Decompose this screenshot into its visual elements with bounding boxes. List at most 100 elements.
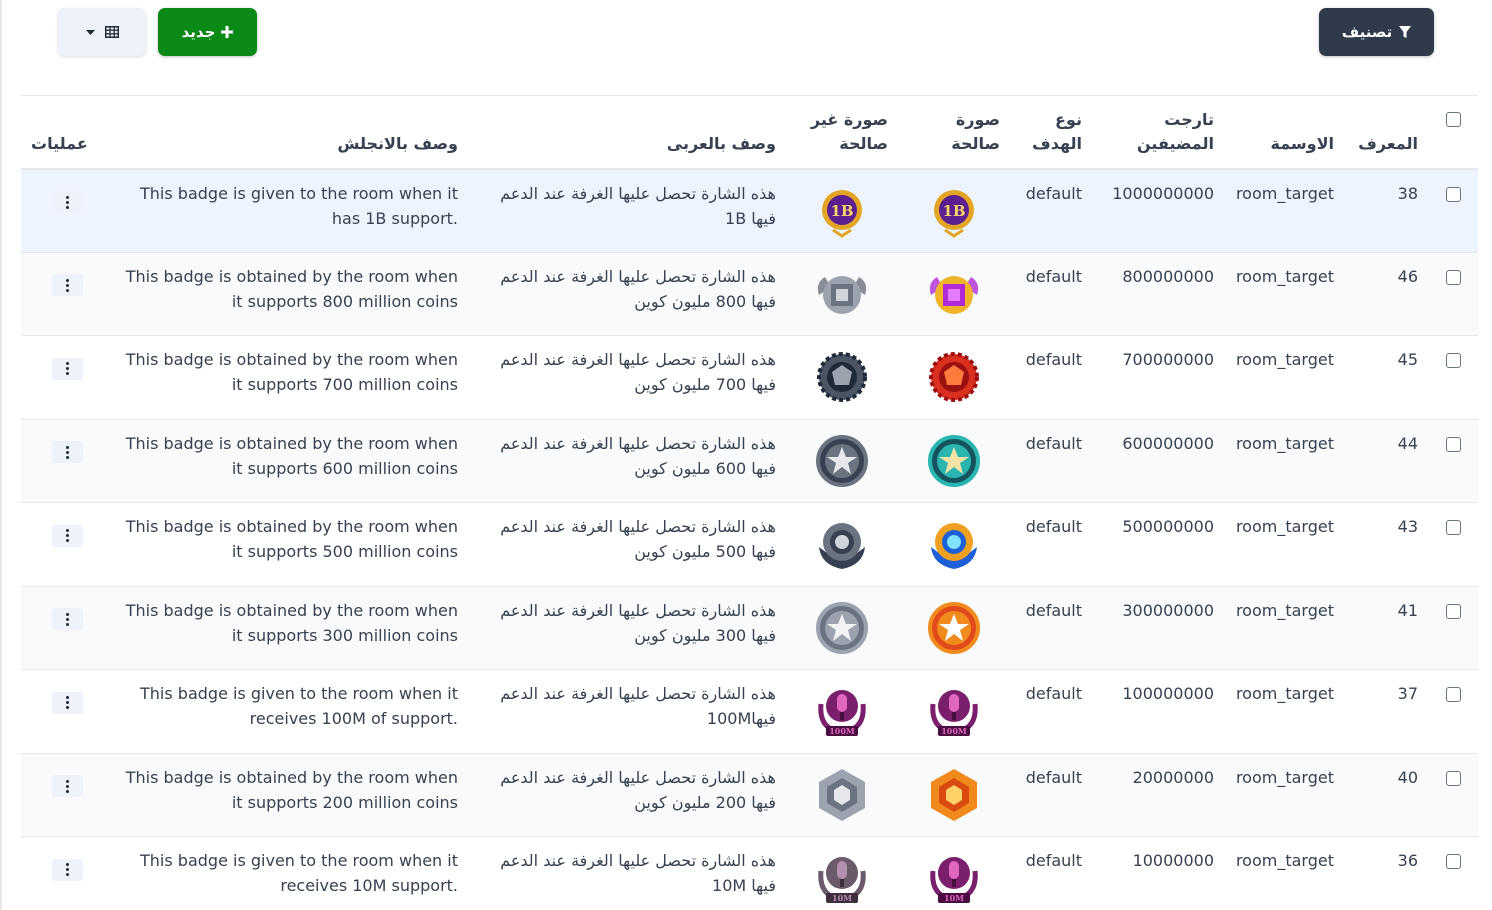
row-actions-button[interactable]	[52, 858, 83, 881]
svg-text:1B: 1B	[942, 202, 965, 220]
badges-table-container: المعرف الاوسمة تارجت المضيفين نوع الهدف صو…	[21, 95, 1478, 910]
cell-id: 36	[1397, 851, 1418, 870]
kebab-dot-icon	[66, 873, 69, 876]
cell-id: 41	[1397, 600, 1418, 620]
header-desc-en[interactable]: وصف بالانجلش	[101, 96, 468, 169]
kebab-dot-icon	[66, 445, 69, 449]
row-checkbox[interactable]	[1445, 687, 1461, 702]
table-row[interactable]: 45 room_target 700000000 default هذه الش…	[21, 336, 1478, 419]
cell-valid-image: 1B	[898, 169, 1010, 253]
row-actions-button[interactable]	[52, 441, 83, 463]
table-row[interactable]: 41 room_target 300000000 default هذه الش…	[21, 586, 1478, 670]
filter-button[interactable]: تصنيف	[1319, 8, 1434, 56]
row-actions-button[interactable]	[52, 691, 83, 714]
kebab-dot-icon	[66, 195, 69, 199]
cell-type: default	[1025, 350, 1082, 369]
new-button-label: جديد	[181, 23, 216, 41]
new-button[interactable]: جديد	[158, 8, 257, 56]
valid-badge-image[interactable]	[923, 275, 985, 327]
table-row[interactable]: 38 room_target 1000000000 default 1B 1B …	[21, 168, 1478, 253]
row-select-cell	[1428, 252, 1478, 336]
row-actions-button[interactable]	[52, 524, 83, 547]
invalid-badge-image[interactable]	[811, 523, 873, 577]
header-badge[interactable]: الاوسمة	[1224, 96, 1344, 169]
table-row[interactable]: 44 room_target 600000000 default هذه الش…	[21, 419, 1478, 503]
cell-desc-ar: هذه الشارة تحصل عليها الغرفة عند الدعم ف…	[500, 684, 776, 728]
row-checkbox[interactable]	[1445, 770, 1461, 786]
cell-desc-en: This badge is obtained by the room when …	[125, 433, 458, 478]
valid-badge-image[interactable]	[923, 601, 985, 661]
cell-ops	[21, 670, 101, 754]
row-checkbox[interactable]	[1445, 520, 1461, 535]
valid-badge-image[interactable]	[923, 434, 985, 494]
header-desc-ar[interactable]: وصف بالعربى	[468, 96, 786, 169]
valid-badge-image[interactable]	[923, 352, 985, 410]
cell-badge: room_target	[1235, 600, 1334, 620]
kebab-dot-icon	[66, 205, 69, 209]
select-all-checkbox[interactable]	[1445, 112, 1461, 127]
cell-invalid-image	[786, 252, 898, 336]
row-select-cell	[1428, 753, 1478, 837]
valid-badge-image[interactable]: 1B	[923, 189, 985, 244]
kebab-dot-icon	[66, 701, 69, 704]
cell-invalid-image	[786, 753, 898, 837]
row-checkbox[interactable]	[1445, 186, 1461, 202]
header-valid-image[interactable]: صورة صالحة	[898, 96, 1010, 169]
plus-icon	[221, 26, 234, 38]
table-row[interactable]: 36 room_target 10000000 default 10M 10M …	[21, 837, 1478, 910]
invalid-badge-image[interactable]	[811, 434, 873, 494]
invalid-badge-image[interactable]: 1B	[811, 189, 873, 244]
columns-toggle-button[interactable]	[58, 8, 146, 56]
cell-invalid-image: 10M	[786, 837, 898, 910]
invalid-badge-image[interactable]	[811, 352, 873, 410]
row-checkbox[interactable]	[1445, 603, 1461, 619]
cell-type: default	[1025, 433, 1082, 453]
cell-desc-ar: هذه الشارة تحصل عليها الغرفة عند الدعم ف…	[500, 767, 776, 812]
caret-down-icon	[85, 29, 95, 35]
svg-text:1B: 1B	[830, 202, 853, 220]
header-id[interactable]: المعرف	[1344, 96, 1428, 169]
invalid-badge-image[interactable]	[811, 768, 873, 828]
cell-ops	[21, 419, 101, 503]
cell-id: 38	[1397, 183, 1418, 203]
cell-desc-en: This badge is given to the room when it …	[140, 183, 458, 228]
valid-badge-image[interactable]	[923, 768, 985, 828]
row-actions-button[interactable]	[52, 191, 83, 213]
table-row[interactable]: 43 room_target 500000000 default هذه الش…	[21, 503, 1478, 586]
table-row[interactable]: 37 room_target 100000000 default 100M 10…	[21, 670, 1478, 754]
row-checkbox[interactable]	[1445, 436, 1461, 452]
filter-button-label: تصنيف	[1341, 23, 1393, 41]
invalid-badge-image[interactable]	[811, 601, 873, 661]
row-checkbox[interactable]	[1445, 353, 1461, 368]
row-checkbox[interactable]	[1445, 854, 1461, 869]
row-select-cell	[1428, 419, 1478, 503]
table-row[interactable]: 46 room_target 800000000 default هذه الش…	[21, 252, 1478, 336]
valid-badge-image[interactable]: 10M	[923, 857, 985, 910]
kebab-dot-icon	[66, 789, 69, 793]
cell-desc-en: This badge is obtained by the room when …	[125, 517, 458, 561]
cell-ops	[21, 586, 101, 670]
valid-badge-image[interactable]: 100M	[923, 690, 985, 744]
header-type[interactable]: نوع الهدف	[1010, 96, 1092, 169]
header-target[interactable]: تارجت المضيفين	[1092, 96, 1224, 169]
header-invalid-image[interactable]: صورة غير صالحة	[786, 96, 898, 169]
invalid-badge-image[interactable]	[811, 275, 873, 327]
invalid-badge-image[interactable]: 100M	[811, 690, 873, 744]
cell-target: 300000000	[1122, 600, 1214, 620]
row-actions-button[interactable]	[52, 775, 83, 797]
valid-badge-image[interactable]	[923, 523, 985, 577]
invalid-badge-image[interactable]: 10M	[811, 857, 873, 910]
row-checkbox[interactable]	[1445, 269, 1461, 285]
row-actions-button[interactable]	[52, 274, 83, 296]
row-actions-button[interactable]	[52, 357, 83, 380]
svg-text:100M: 100M	[829, 726, 855, 736]
cell-badge: room_target	[1235, 350, 1334, 369]
table-row[interactable]: 40 room_target 20000000 default هذه الشا…	[21, 753, 1478, 837]
kebab-dot-icon	[66, 372, 69, 375]
toolbar: تصنيف جديد	[0, 0, 1492, 90]
row-select-cell	[1428, 837, 1478, 910]
kebab-dot-icon	[66, 612, 69, 616]
row-actions-button[interactable]	[52, 608, 83, 630]
cell-valid-image: 10M	[898, 837, 1010, 910]
cell-badge: room_target	[1235, 684, 1334, 703]
